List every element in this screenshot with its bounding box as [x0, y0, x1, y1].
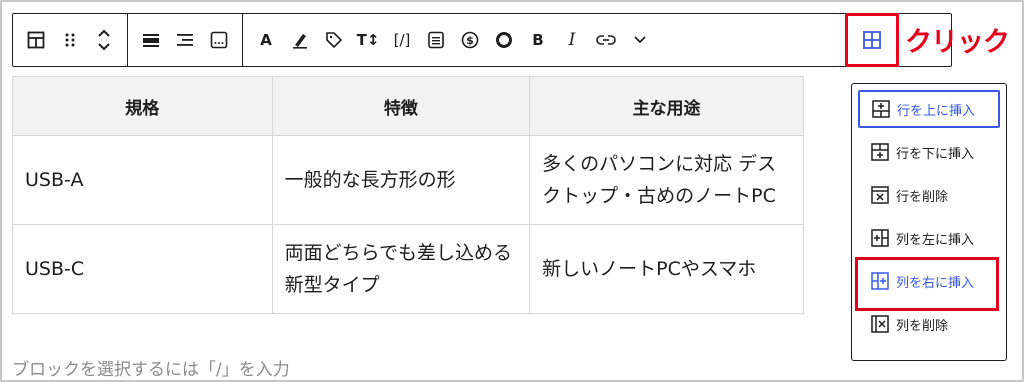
table-cell[interactable]: USB-C: [12, 224, 273, 314]
menu-item-delete-row[interactable]: 行を削除: [858, 176, 1000, 214]
menu-item-label: 行を削除: [896, 189, 949, 205]
menu-item-label: 列を左に挿入: [896, 232, 975, 248]
menu-item-label: 行を上に挿入: [897, 103, 976, 119]
bold-button[interactable]: B: [521, 20, 555, 60]
data-table: 規格 特徴 主な用途 USB-A 一般的な長方形の形 多くのパソコンに対応 デス…: [12, 76, 804, 314]
table-edit-button[interactable]: [845, 13, 899, 67]
toolbar-group-block: [13, 14, 127, 66]
italic-button[interactable]: I: [555, 20, 589, 60]
shortcode-button[interactable]: [/]: [385, 20, 419, 60]
menu-item-insert-row-below[interactable]: 行を下に挿入: [858, 133, 1000, 171]
click-annotation: クリック: [905, 27, 1010, 58]
link-icon[interactable]: [589, 20, 623, 60]
insert-row-below-icon: [870, 142, 890, 162]
align-left-icon[interactable]: [168, 20, 202, 60]
chevron-down-icon[interactable]: [623, 20, 657, 60]
table-cell[interactable]: 両面どちらでも差し込める新型タイプ: [271, 224, 531, 314]
menu-item-label: 列を削除: [896, 318, 949, 334]
insert-column-left-icon: [870, 228, 890, 248]
table-cell[interactable]: 多くのパソコンに対応 デスクトップ・古めのノートPC: [529, 135, 804, 225]
block-inserter-hint[interactable]: ブロックを選択するには「/」を入力: [12, 355, 290, 380]
table-cell[interactable]: 一般的な長方形の形: [271, 135, 531, 225]
insert-row-above-icon: [871, 99, 891, 119]
table-icon[interactable]: [19, 20, 53, 60]
toolbar-group-format: A T↕ [/] $ B I: [242, 14, 663, 66]
menu-item-label: 行を下に挿入: [896, 146, 975, 162]
block-toolbar: A T↕ [/] $ B I: [12, 13, 952, 67]
svg-text:$: $: [466, 34, 474, 47]
table-header-row: 規格 特徴 主な用途: [12, 76, 804, 136]
text-color-button[interactable]: A: [249, 20, 283, 60]
table-cell[interactable]: USB-A: [12, 135, 273, 225]
circle-icon[interactable]: [487, 20, 521, 60]
delete-row-icon: [870, 185, 890, 205]
table-cell[interactable]: 新しいノートPCやスマホ: [529, 224, 804, 314]
highlight-icon[interactable]: [283, 20, 317, 60]
table-row: USB-C 両面どちらでも差し込める新型タイプ 新しいノートPCやスマホ: [12, 224, 804, 314]
click-highlight-box: [855, 257, 999, 311]
menu-item-insert-column-left[interactable]: 列を左に挿入: [858, 219, 1000, 257]
table-row: USB-A 一般的な長方形の形 多くのパソコンに対応 デスクトップ・古めのノート…: [12, 135, 804, 225]
table-header-cell[interactable]: 特徴: [271, 76, 531, 136]
drag-handle-icon[interactable]: [53, 20, 87, 60]
list-icon[interactable]: [419, 20, 453, 60]
table-header-cell[interactable]: 規格: [12, 76, 273, 136]
tag-icon[interactable]: [317, 20, 351, 60]
table-header-cell[interactable]: 主な用途: [529, 76, 804, 136]
dollar-icon[interactable]: $: [453, 20, 487, 60]
move-up-down-icon[interactable]: [87, 20, 121, 60]
toolbar-group-align: [127, 14, 242, 66]
font-size-button[interactable]: T↕: [351, 20, 385, 60]
delete-column-icon: [870, 314, 890, 334]
align-full-icon[interactable]: [134, 20, 168, 60]
menu-item-insert-row-above[interactable]: 行を上に挿入: [858, 90, 1000, 128]
table-edit-icon: [863, 31, 881, 49]
table-edit-menu: 行を上に挿入 行を下に挿入 行を削除 列を左に挿入 列を右に挿入 列を削除: [851, 83, 1007, 361]
more-options-icon[interactable]: [202, 20, 236, 60]
